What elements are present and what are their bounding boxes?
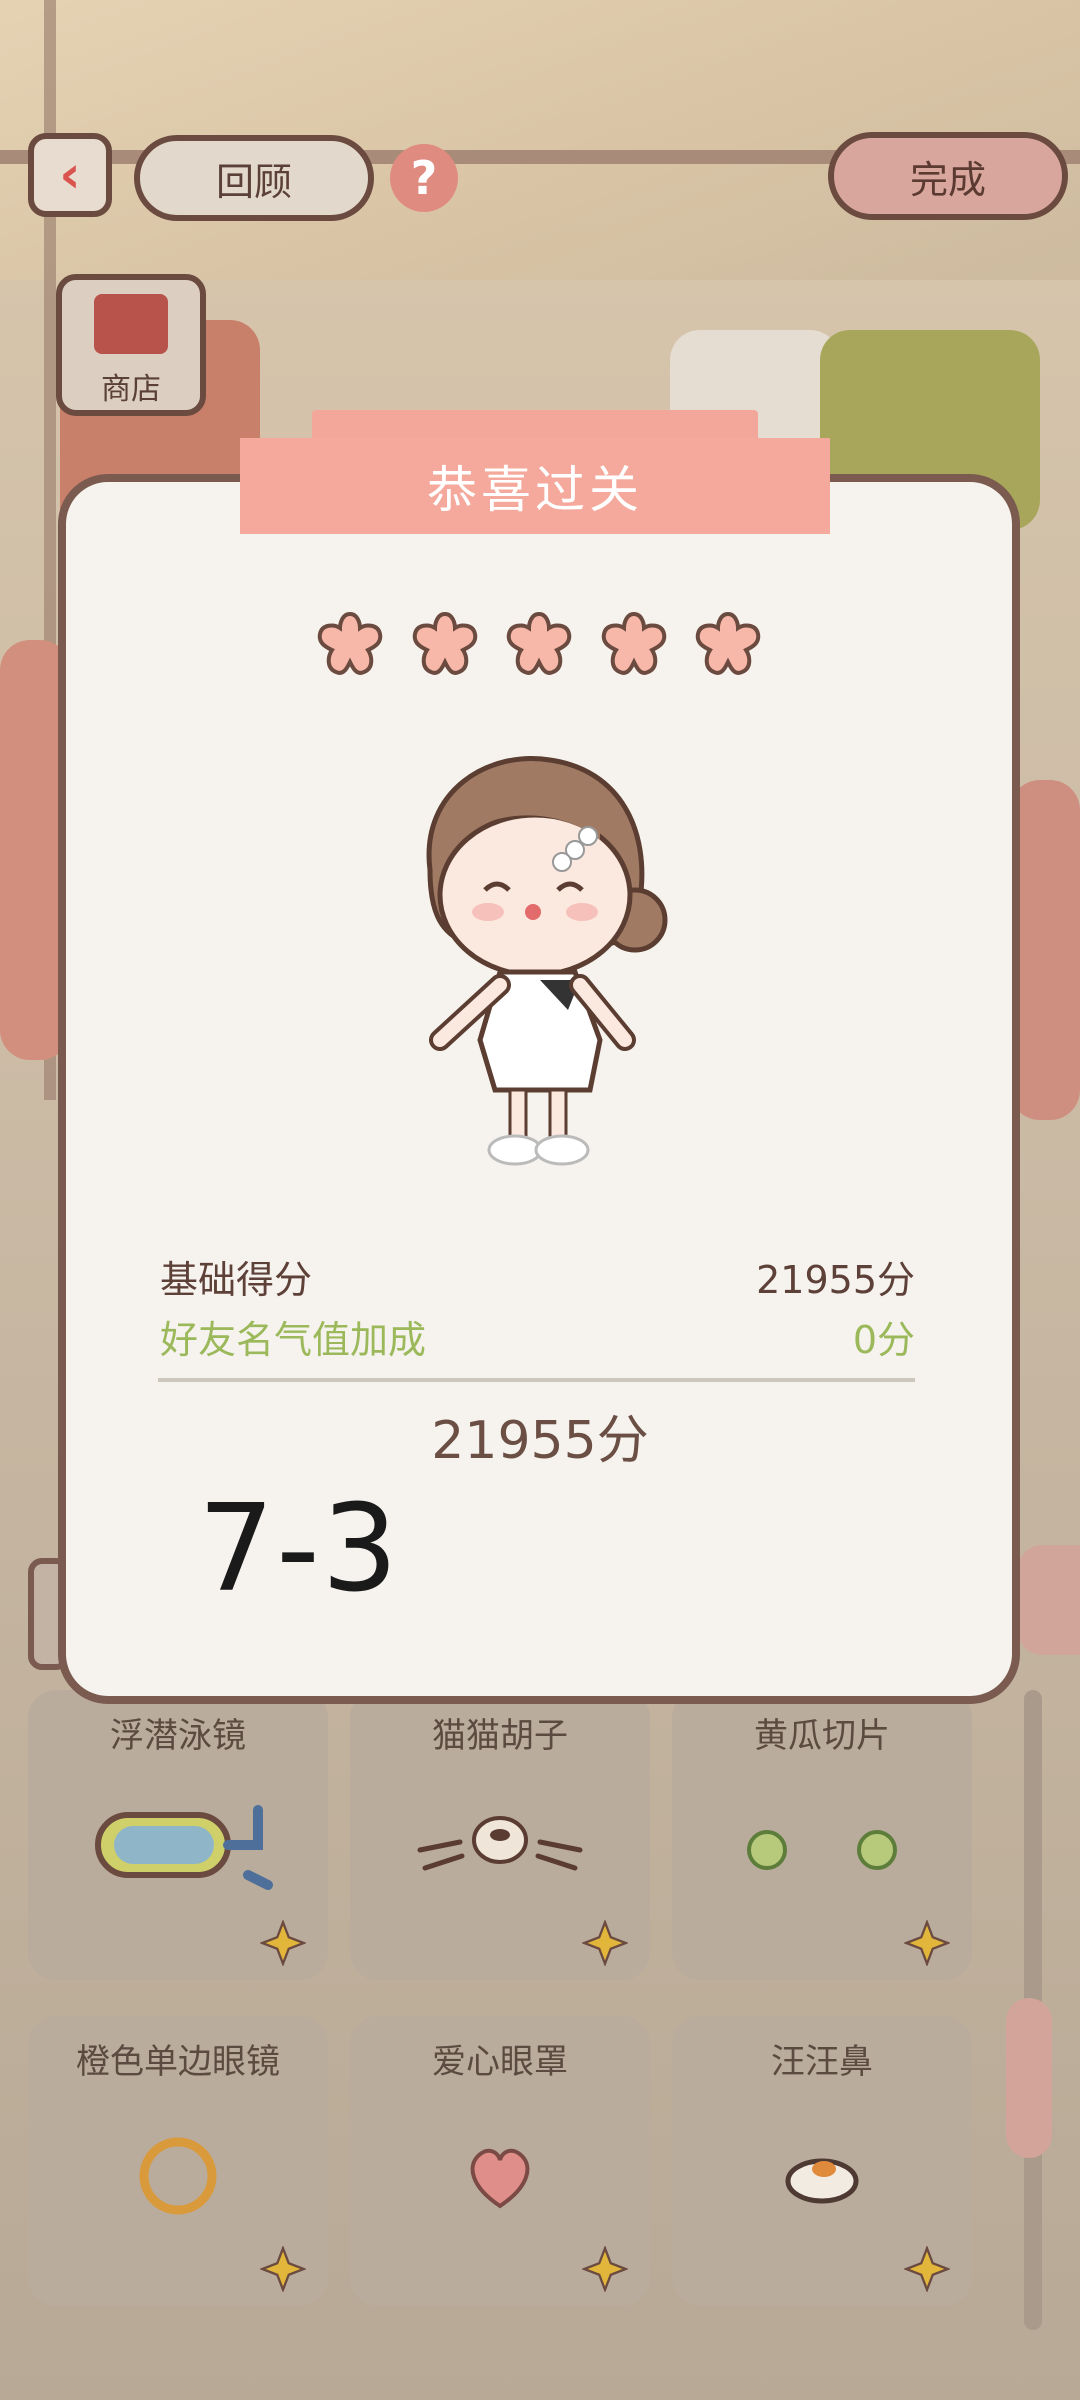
total-score: 21955分 bbox=[431, 1411, 649, 1471]
score-divider bbox=[158, 1378, 915, 1382]
monocle-icon bbox=[28, 2106, 328, 2246]
background-clothes-right bbox=[1010, 780, 1080, 1120]
category-tab-active[interactable] bbox=[1018, 1545, 1080, 1655]
sparkle-icon bbox=[904, 1920, 950, 1966]
done-button[interactable]: 完成 bbox=[828, 132, 1068, 220]
base-score-value: 21955分 bbox=[756, 1257, 915, 1302]
sparkle-icon bbox=[904, 2246, 950, 2292]
sparkle-icon bbox=[582, 2246, 628, 2292]
item-card[interactable]: 汪汪鼻 bbox=[672, 2016, 972, 2306]
item-card[interactable]: 爱心眼罩 bbox=[350, 2016, 650, 2306]
shop-label: 商店 bbox=[101, 372, 161, 407]
bonus-value: 0分 bbox=[852, 1317, 915, 1362]
item-label: 浮潜泳镜 bbox=[110, 1716, 246, 1756]
result-title: 恭喜过关 bbox=[240, 438, 830, 534]
item-label: 黄瓜切片 bbox=[754, 1716, 890, 1756]
sparkle-icon bbox=[260, 1920, 306, 1966]
flower-star-icon bbox=[317, 611, 383, 675]
base-score-row: 基础得分 21955分 bbox=[160, 1248, 915, 1304]
flower-star-icon bbox=[601, 611, 666, 675]
star-rating bbox=[314, 608, 764, 680]
item-card[interactable]: 猫猫胡子 bbox=[350, 1690, 650, 1980]
item-label: 橙色单边眼镜 bbox=[76, 2042, 280, 2082]
shop-icon bbox=[94, 294, 168, 354]
cucumber-slices-icon bbox=[672, 1780, 972, 1920]
cat-whiskers-icon bbox=[350, 1780, 650, 1920]
item-label: 汪汪鼻 bbox=[771, 2042, 873, 2082]
ribbon-top bbox=[312, 410, 758, 440]
title-ribbon: 恭喜过关 bbox=[240, 410, 830, 550]
bonus-score-row: 好友名气值加成 0分 bbox=[160, 1308, 915, 1364]
chevron-left-icon: ‹ bbox=[59, 145, 81, 205]
item-card[interactable]: 橙色单边眼镜 bbox=[28, 2016, 328, 2306]
flower-star-icon bbox=[506, 611, 572, 675]
question-icon: ? bbox=[410, 151, 438, 205]
help-button[interactable]: ? bbox=[390, 144, 458, 212]
shop-button[interactable]: 商店 bbox=[56, 274, 206, 416]
sparkle-icon bbox=[582, 1920, 628, 1966]
item-label: 猫猫胡子 bbox=[432, 1716, 568, 1756]
scrollbar-thumb[interactable] bbox=[1006, 1998, 1052, 2158]
item-label: 爱心眼罩 bbox=[432, 2042, 568, 2082]
review-button[interactable]: 回顾 bbox=[134, 135, 374, 221]
sparkle-icon bbox=[260, 2246, 306, 2292]
item-card[interactable]: 浮潜泳镜 bbox=[28, 1690, 328, 1980]
bonus-label: 好友名气值加成 bbox=[160, 1317, 427, 1362]
flower-star-icon bbox=[412, 611, 477, 675]
item-card[interactable]: 黄瓜切片 bbox=[672, 1690, 972, 1980]
snorkel-goggles-icon bbox=[28, 1780, 328, 1920]
dog-nose-icon bbox=[672, 2106, 972, 2246]
character-avatar bbox=[426, 756, 668, 1166]
heart-eyepatch-icon bbox=[350, 2106, 650, 2246]
handwritten-level-note: 7-3 bbox=[198, 1480, 400, 1619]
flower-star-icon bbox=[695, 611, 761, 675]
base-score-label: 基础得分 bbox=[160, 1257, 313, 1302]
back-button[interactable]: ‹ bbox=[28, 133, 112, 217]
